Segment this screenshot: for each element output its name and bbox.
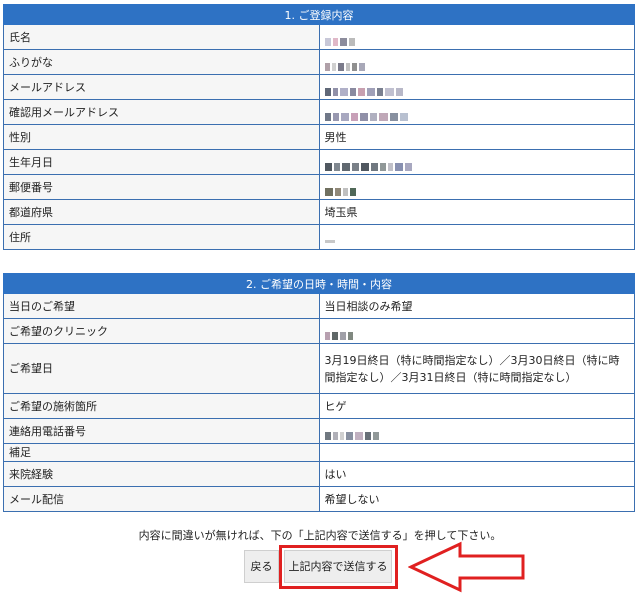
table-row: 連絡用電話番号	[3, 418, 635, 444]
table-row: メール配信 希望しない	[3, 486, 635, 512]
row-label-postal-code: 郵便番号	[3, 174, 320, 200]
row-label-same-day: 当日のご希望	[3, 293, 320, 319]
redacted-value	[324, 183, 358, 196]
section-2-title: 2. ご希望の日時・時間・内容	[3, 273, 635, 294]
row-value-visit-history: はい	[318, 461, 635, 487]
row-value-preferred-date: 3月19日終日（特に時間指定なし）／3月30日終日（特に時間指定なし）／3月31…	[318, 343, 635, 394]
table-row: 氏名	[3, 24, 635, 50]
row-label-furigana: ふりがな	[3, 49, 320, 75]
redacted-value	[324, 327, 355, 340]
redacted-value	[324, 427, 381, 440]
row-label-notes: 補足	[3, 443, 320, 462]
table-row: 住所	[3, 224, 635, 250]
redacted-value	[324, 233, 337, 243]
row-value-postal-code	[318, 174, 635, 200]
row-label-email: メールアドレス	[3, 74, 320, 100]
row-value-address	[318, 224, 635, 250]
row-value-email-confirm	[318, 99, 635, 125]
row-value-birthdate	[318, 149, 635, 175]
row-label-birthdate: 生年月日	[3, 149, 320, 175]
row-value-furigana	[318, 49, 635, 75]
submit-button[interactable]: 上記内容で送信する	[284, 550, 392, 583]
confirm-instruction: 内容に間違いが無ければ、下の「上記内容で送信する」を押して下さい。	[138, 529, 502, 542]
table-row: 都道府県 埼玉県	[3, 199, 635, 225]
table-row: 性別 男性	[3, 124, 635, 150]
table-row: ふりがな	[3, 49, 635, 75]
preferences-table: 2. ご希望の日時・時間・内容 当日のご希望 当日相談のみ希望 ご希望のクリニッ…	[3, 273, 635, 512]
registration-table: 1. ご登録内容 氏名 ふりがな メールアドレス 確認用メールアドレス 性別 男…	[3, 4, 635, 250]
row-label-phone: 連絡用電話番号	[3, 418, 320, 444]
redacted-value	[324, 108, 410, 121]
table-row: 郵便番号	[3, 174, 635, 200]
row-value-name	[318, 24, 635, 50]
row-label-name: 氏名	[3, 24, 320, 50]
table-row: ご希望の施術箇所 ヒゲ	[3, 393, 635, 419]
row-label-address: 住所	[3, 224, 320, 250]
back-button[interactable]: 戻る	[244, 550, 279, 583]
row-value-phone	[318, 418, 635, 444]
row-label-email-confirm: 確認用メールアドレス	[3, 99, 320, 125]
table-row: 当日のご希望 当日相談のみ希望	[3, 293, 635, 319]
table-row: 確認用メールアドレス	[3, 99, 635, 125]
pointer-arrow-icon	[408, 541, 525, 593]
redacted-value	[324, 83, 405, 96]
section-1-title: 1. ご登録内容	[3, 4, 635, 25]
row-value-clinic	[318, 318, 635, 344]
row-value-prefecture: 埼玉県	[318, 199, 635, 225]
row-value-same-day: 当日相談のみ希望	[318, 293, 635, 319]
row-label-gender: 性別	[3, 124, 320, 150]
table-row: 生年月日	[3, 149, 635, 175]
row-label-clinic: ご希望のクリニック	[3, 318, 320, 344]
row-value-treatment-area: ヒゲ	[318, 393, 635, 419]
row-label-preferred-date: ご希望日	[3, 343, 320, 394]
row-label-mail-delivery: メール配信	[3, 486, 320, 512]
table-row: ご希望日 3月19日終日（特に時間指定なし）／3月30日終日（特に時間指定なし）…	[3, 343, 635, 394]
table-row: 補足	[3, 443, 635, 462]
row-label-visit-history: 来院経験	[3, 461, 320, 487]
row-value-gender: 男性	[318, 124, 635, 150]
row-value-email	[318, 74, 635, 100]
redacted-value	[324, 58, 367, 71]
row-value-notes	[318, 443, 635, 462]
table-row: ご希望のクリニック	[3, 318, 635, 344]
table-row: メールアドレス	[3, 74, 635, 100]
redacted-value	[324, 33, 357, 46]
table-row: 来院経験 はい	[3, 461, 635, 487]
row-label-prefecture: 都道府県	[3, 199, 320, 225]
row-value-mail-delivery: 希望しない	[318, 486, 635, 512]
redacted-value	[324, 158, 414, 171]
row-label-treatment-area: ご希望の施術箇所	[3, 393, 320, 419]
